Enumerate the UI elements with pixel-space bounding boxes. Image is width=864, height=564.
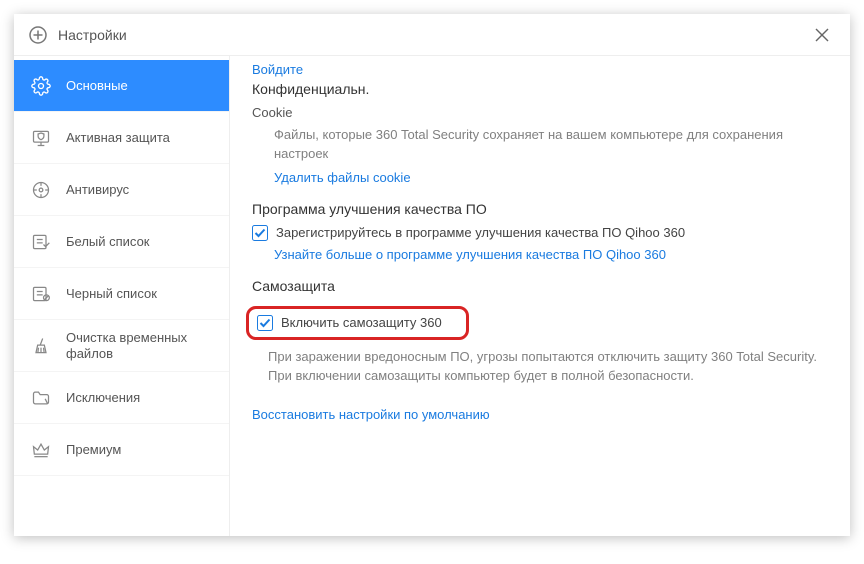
cookie-heading: Cookie: [252, 105, 822, 120]
sidebar-item-label: Черный список: [66, 286, 157, 301]
content-panel[interactable]: Войдите Конфиденциальн. Cookie Файлы, ко…: [230, 56, 850, 536]
broom-icon: [30, 335, 52, 357]
whitelist-icon: [30, 231, 52, 253]
selfprotect-description: При заражении вредоносным ПО, угрозы поп…: [268, 348, 822, 386]
sidebar-item-label: Очистка временных файлов: [66, 330, 213, 361]
improvement-checkbox[interactable]: Зарегистрируйтесь в программе улучшения …: [252, 225, 822, 241]
cookie-description: Файлы, которые 360 Total Security сохран…: [274, 126, 822, 164]
shield-monitor-icon: [30, 127, 52, 149]
privacy-heading: Конфиденциальн.: [252, 81, 822, 97]
checkmark-icon: [257, 315, 273, 331]
window-body: Основные Активная защита Антивирус Белый…: [14, 56, 850, 536]
sidebar-item-exclusions[interactable]: Исключения: [14, 372, 229, 424]
improvement-heading: Программа улучшения качества ПО: [252, 201, 822, 217]
delete-cookies-link[interactable]: Удалить файлы cookie: [274, 170, 822, 185]
improvement-learn-more-link[interactable]: Узнайте больше о программе улучшения кач…: [274, 247, 822, 262]
selfprotect-checkbox-label: Включить самозащиту 360: [281, 315, 442, 330]
crown-icon: [30, 439, 52, 461]
checkmark-icon: [252, 225, 268, 241]
sidebar-item-label: Антивирус: [66, 182, 129, 197]
sidebar-item-premium[interactable]: Премиум: [14, 424, 229, 476]
restore-defaults-link[interactable]: Восстановить настройки по умолчанию: [252, 407, 822, 422]
sidebar-item-active-protection[interactable]: Активная защита: [14, 112, 229, 164]
folder-icon: [30, 387, 52, 409]
improvement-checkbox-label: Зарегистрируйтесь в программе улучшения …: [276, 225, 685, 240]
app-icon: [28, 25, 48, 45]
antivirus-icon: [30, 179, 52, 201]
sidebar-item-antivirus[interactable]: Антивирус: [14, 164, 229, 216]
sidebar-item-label: Исключения: [66, 390, 140, 405]
sidebar-item-label: Основные: [66, 78, 128, 93]
selfprotect-heading: Самозащита: [252, 278, 822, 294]
selfprotect-highlight: Включить самозащиту 360: [246, 306, 469, 340]
sidebar-item-cleanup[interactable]: Очистка временных файлов: [14, 320, 229, 372]
sidebar-item-label: Активная защита: [66, 130, 170, 145]
login-link[interactable]: Войдите: [252, 62, 822, 77]
sidebar-item-blacklist[interactable]: Черный список: [14, 268, 229, 320]
titlebar: Настройки: [14, 14, 850, 56]
close-button[interactable]: [808, 21, 836, 49]
sidebar-item-label: Премиум: [66, 442, 121, 457]
sidebar-item-whitelist[interactable]: Белый список: [14, 216, 229, 268]
window-title: Настройки: [58, 27, 127, 43]
blacklist-icon: [30, 283, 52, 305]
sidebar-item-general[interactable]: Основные: [14, 60, 229, 112]
sidebar-item-label: Белый список: [66, 234, 150, 249]
settings-window: Настройки Основные Активная защита: [14, 14, 850, 536]
gear-icon: [30, 75, 52, 97]
selfprotect-checkbox[interactable]: Включить самозащиту 360: [257, 315, 442, 331]
sidebar: Основные Активная защита Антивирус Белый…: [14, 56, 230, 536]
